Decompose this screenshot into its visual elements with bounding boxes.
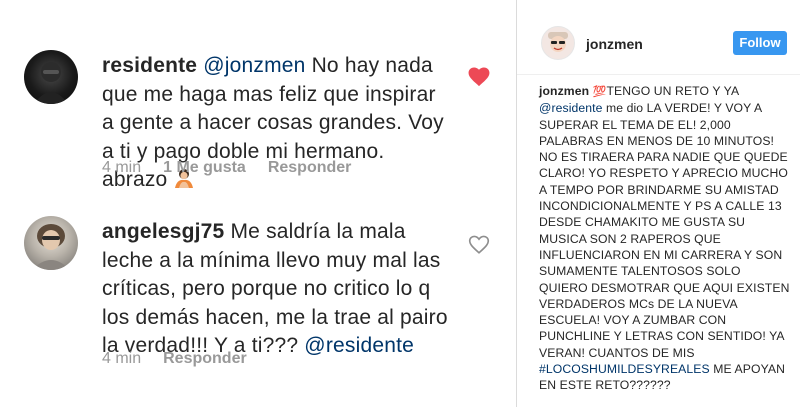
comment-time: 4 min <box>102 350 142 367</box>
hundred-points-emoji-icon: 💯 <box>592 86 607 98</box>
post-caption: jonzmen 💯TENGO UN RETO Y YA @residente m… <box>539 83 791 394</box>
comment-time: 4 min <box>102 159 142 176</box>
comment-username[interactable]: residente <box>102 54 197 77</box>
follow-button[interactable]: Follow <box>733 31 787 55</box>
avatar-silhouette-icon <box>34 62 68 104</box>
avatar[interactable] <box>541 26 575 60</box>
heart-filled-icon[interactable] <box>468 67 490 87</box>
post-header: jonzmen Follow <box>517 0 800 75</box>
reply-button[interactable]: Responder <box>163 350 247 367</box>
caption-username[interactable]: jonzmen <box>539 84 589 98</box>
comment-likes[interactable]: 1 Me gusta <box>163 159 246 176</box>
caption-text: me dio LA VERDE! Y VOY A SUPERAR EL TEMA… <box>539 101 790 360</box>
comment-text: angelesgj75 Me saldría la mala leche a l… <box>102 218 462 361</box>
comment-username[interactable]: angelesgj75 <box>102 220 224 243</box>
comment-meta: 4 min Responder <box>102 350 269 368</box>
comment-meta: 4 min 1 Me gusta Responder <box>102 159 373 177</box>
comment-mention[interactable]: @residente <box>304 334 414 357</box>
comment-mention[interactable]: @jonzmen <box>203 54 305 77</box>
heart-outline-icon[interactable] <box>468 235 490 255</box>
caption-hashtag[interactable]: #LOCOSHUMILDESYREALES <box>539 362 710 376</box>
post-username[interactable]: jonzmen <box>586 36 643 52</box>
avatar-cartoon-icon <box>548 32 568 52</box>
caption-mention[interactable]: @residente <box>539 101 603 115</box>
comments-panel: residente @jonzmen No hay nada que me ha… <box>0 0 510 407</box>
reply-button[interactable]: Responder <box>268 159 352 176</box>
post-panel: jonzmen Follow jonzmen 💯TENGO UN RETO Y … <box>516 0 800 407</box>
avatar[interactable] <box>24 50 78 104</box>
avatar-photo-icon <box>32 224 70 270</box>
caption-text: TENGO UN RETO Y YA <box>606 84 739 98</box>
avatar[interactable] <box>24 216 78 270</box>
